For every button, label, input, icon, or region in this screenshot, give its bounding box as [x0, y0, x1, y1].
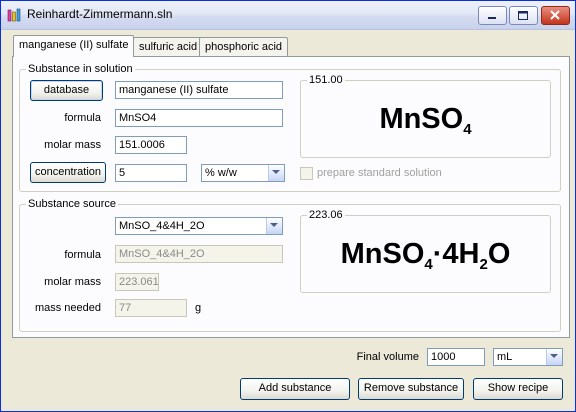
- formula-subscript: 4: [424, 256, 433, 273]
- maximize-icon: [518, 11, 528, 20]
- mass-unit-label: g: [195, 302, 202, 314]
- prepare-standard-checkbox[interactable]: [300, 167, 313, 180]
- formula-text: ·4H: [432, 238, 480, 270]
- add-substance-button[interactable]: Add substance: [240, 378, 350, 400]
- molar-mass-label: molar mass: [44, 139, 101, 151]
- formula-subscript: 4: [463, 121, 472, 138]
- window-title: Reinhardt-Zimmermann.sln: [27, 7, 173, 21]
- concentration-unit-select[interactable]: % w/w: [201, 164, 285, 182]
- source-formula-field: MnSO_4&4H_2O: [115, 245, 283, 263]
- source-formula-display: MnSO4·4H2O: [301, 238, 550, 273]
- substance-name-field[interactable]: manganese (II) sulfate: [115, 81, 283, 99]
- solution-formula-box: 151.00 MnSO4: [300, 74, 551, 158]
- formula-text: MnSO: [379, 103, 464, 135]
- tab-manganese-sulfate[interactable]: manganese (II) sulfate: [13, 35, 135, 57]
- remove-substance-button[interactable]: Remove substance: [358, 378, 464, 400]
- formula-text: O: [487, 238, 511, 270]
- final-volume-label: Final volume: [356, 351, 419, 363]
- prepare-standard-label: prepare standard solution: [317, 167, 442, 179]
- flask-app-icon: [7, 8, 21, 22]
- dropdown-arrow[interactable]: [268, 165, 284, 181]
- group-legend: Substance source: [28, 198, 117, 210]
- formula-subscript: 2: [479, 256, 488, 273]
- mass-needed-label: mass needed: [34, 302, 101, 314]
- concentration-unit-value: % w/w: [205, 167, 237, 179]
- final-volume-field[interactable]: 1000: [427, 348, 485, 366]
- concentration-field[interactable]: 5: [115, 164, 187, 182]
- minimize-icon: [488, 17, 496, 19]
- source-molar-mass-label: molar mass: [44, 276, 101, 288]
- title-bar: Reinhardt-Zimmermann.sln: [1, 1, 575, 30]
- chevron-down-icon: [272, 170, 280, 174]
- tab-phosphoric-acid[interactable]: phosphoric acid: [199, 37, 289, 56]
- minimize-button[interactable]: [478, 6, 507, 25]
- group-legend: Substance in solution: [28, 63, 133, 75]
- source-molar-mass-field: 223.0618: [115, 273, 159, 291]
- source-formula-box: 223.06 MnSO4·4H2O: [300, 209, 551, 293]
- chevron-down-icon: [550, 354, 558, 358]
- database-button[interactable]: database: [30, 80, 103, 101]
- close-icon: [550, 10, 560, 20]
- volume-unit-select[interactable]: mL: [493, 348, 563, 366]
- main-window: Reinhardt-Zimmermann.sln manganese (II) …: [0, 0, 576, 412]
- maximize-button[interactable]: [509, 6, 538, 25]
- formula-field[interactable]: MnSO4: [115, 109, 283, 127]
- solution-formula-display: MnSO4: [301, 103, 550, 138]
- concentration-button[interactable]: concentration: [30, 162, 106, 183]
- mass-needed-field: 77: [115, 299, 187, 317]
- close-button[interactable]: [541, 6, 570, 25]
- chevron-down-icon: [270, 223, 278, 227]
- show-recipe-button[interactable]: Show recipe: [473, 378, 563, 400]
- dropdown-arrow[interactable]: [266, 218, 282, 234]
- formula-text: MnSO: [340, 238, 425, 270]
- source-mass-caption: 223.06: [307, 209, 345, 221]
- volume-unit-value: mL: [497, 351, 513, 363]
- tab-sulfuric-acid[interactable]: sulfuric acid: [133, 37, 204, 56]
- molar-mass-field[interactable]: 151.0006: [115, 136, 187, 154]
- formula-label: formula: [64, 112, 101, 124]
- tab-panel: Substance in solution database manganese…: [12, 56, 570, 338]
- dropdown-arrow[interactable]: [546, 349, 562, 365]
- solution-mass-caption: 151.00: [307, 74, 345, 86]
- source-compound-value: MnSO_4&4H_2O: [119, 220, 205, 232]
- source-formula-label: formula: [64, 249, 101, 261]
- source-compound-select[interactable]: MnSO_4&4H_2O: [115, 217, 283, 235]
